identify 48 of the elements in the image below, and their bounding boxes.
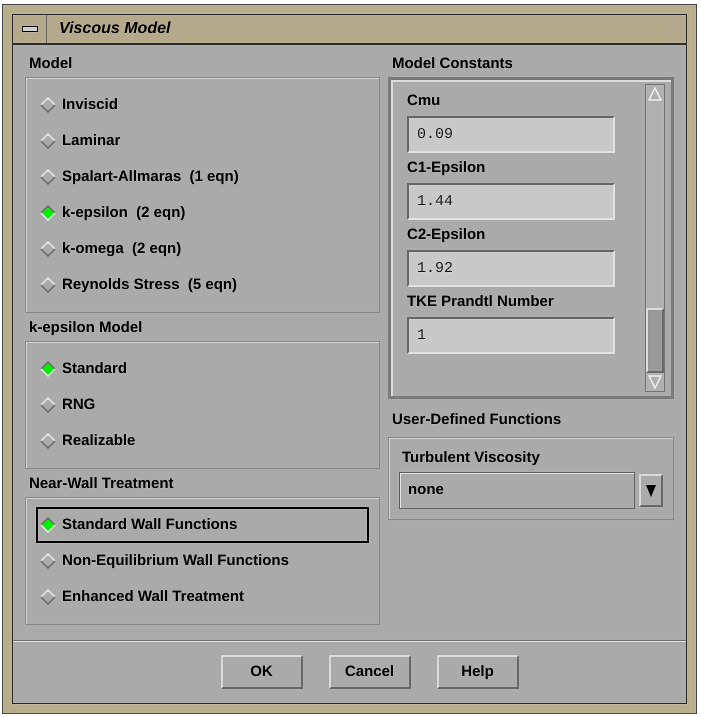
radio-indicator-icon[interactable] — [40, 277, 56, 293]
radio-indicator-icon[interactable] — [40, 361, 56, 377]
minus-icon — [22, 26, 38, 32]
group-title: Model — [28, 54, 74, 74]
radio-indicator-icon[interactable] — [40, 169, 56, 185]
dialog-button[interactable]: OK — [220, 655, 302, 689]
radio-option[interactable]: RNG — [36, 387, 369, 423]
radio-option[interactable]: k-omega (2 eqn) — [36, 231, 369, 267]
radio-option[interactable]: Standard — [36, 351, 369, 387]
radio-indicator-icon[interactable] — [40, 205, 56, 221]
input-field[interactable]: 0.09 — [407, 116, 615, 153]
group-title: User-Defined Functions — [391, 410, 562, 430]
field-label: C2-Epsilon — [407, 224, 486, 245]
radio-option[interactable]: Reynolds Stress (5 eqn) — [36, 267, 369, 303]
group-title: k-epsilon Model — [28, 318, 144, 338]
field-label: C1-Epsilon — [407, 158, 486, 178]
field-label: Cmu — [407, 90, 442, 111]
radio-indicator-icon[interactable] — [40, 97, 56, 113]
scrollbar-thumb[interactable] — [646, 308, 664, 373]
scrollbar[interactable] — [645, 84, 665, 392]
caret-down-icon — [646, 484, 656, 498]
input-field[interactable]: 1.44 — [407, 183, 615, 220]
window-title: Viscous Model — [59, 19, 170, 39]
group-title: Model Constants — [391, 54, 514, 74]
dialog-button[interactable]: Help — [436, 655, 518, 689]
radio-option[interactable]: Non-Equilibrium Wall Functions — [36, 543, 369, 579]
field-label: Turbulent Viscosity — [401, 448, 541, 468]
radio-indicator-icon[interactable] — [40, 553, 56, 569]
input-field[interactable]: 1 — [407, 317, 615, 354]
dropdown-field[interactable]: none — [399, 472, 635, 509]
radio-indicator-icon[interactable] — [40, 397, 56, 413]
group-title: Near-Wall Treatment — [28, 474, 174, 494]
radio-option[interactable]: Laminar — [36, 123, 369, 159]
dialog-button[interactable]: Cancel — [328, 655, 410, 689]
radio-indicator-icon[interactable] — [40, 433, 56, 449]
radio-indicator-icon[interactable] — [40, 241, 56, 257]
radio-option[interactable]: Spalart-Allmaras (1 eqn) — [36, 159, 369, 195]
dropdown-button[interactable] — [639, 474, 663, 507]
radio-option[interactable]: Enhanced Wall Treatment — [36, 579, 369, 615]
radio-indicator-icon[interactable] — [40, 133, 56, 149]
field-label: TKE Prandtl Number — [407, 292, 555, 312]
radio-option[interactable]: Inviscid — [36, 87, 369, 123]
radio-indicator-icon[interactable] — [40, 517, 56, 533]
input-field[interactable]: 1.92 — [407, 250, 615, 287]
radio-indicator-icon[interactable] — [40, 589, 56, 605]
radio-option[interactable]: Standard Wall Functions — [36, 507, 369, 543]
radio-option[interactable]: Realizable — [36, 423, 369, 459]
radio-option[interactable]: k-epsilon (2 eqn) — [36, 195, 369, 231]
